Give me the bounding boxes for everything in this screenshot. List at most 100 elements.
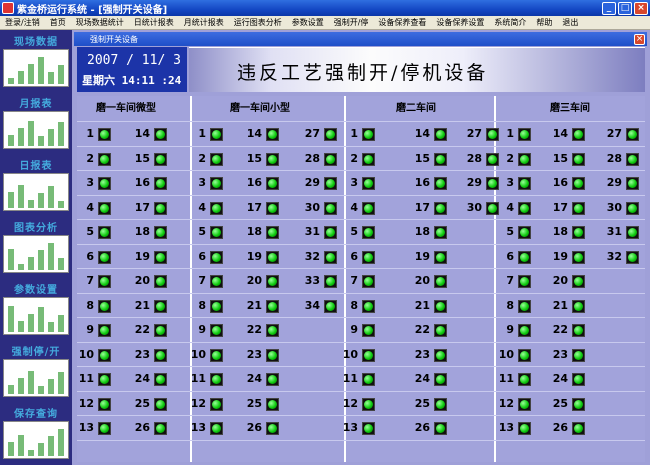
device-status-led[interactable] xyxy=(154,324,167,337)
device-status-led[interactable] xyxy=(266,397,279,411)
device-status-led[interactable] xyxy=(266,275,279,288)
device-status-led[interactable] xyxy=(266,152,279,166)
device-status-led[interactable] xyxy=(98,177,111,190)
device-status-led[interactable] xyxy=(362,373,375,386)
menu-item-3[interactable]: 日统计报表 xyxy=(129,17,179,28)
device-status-led[interactable] xyxy=(434,177,447,190)
device-status-led[interactable] xyxy=(434,275,447,288)
device-status-led[interactable] xyxy=(434,250,447,264)
device-status-led[interactable] xyxy=(362,226,375,239)
device-status-led[interactable] xyxy=(154,299,167,313)
device-status-led[interactable] xyxy=(266,201,279,215)
device-status-led[interactable] xyxy=(98,397,111,411)
device-status-led[interactable] xyxy=(434,152,447,166)
device-status-led[interactable] xyxy=(362,348,375,362)
device-status-led[interactable] xyxy=(518,299,531,313)
device-status-led[interactable] xyxy=(210,250,223,264)
device-status-led[interactable] xyxy=(324,201,337,215)
device-status-led[interactable] xyxy=(362,397,375,411)
menu-item-0[interactable]: 登录/注销 xyxy=(0,17,45,28)
device-status-led[interactable] xyxy=(518,201,531,215)
device-status-led[interactable] xyxy=(518,177,531,190)
device-status-led[interactable] xyxy=(434,373,447,386)
device-status-led[interactable] xyxy=(324,250,337,264)
menu-item-12[interactable]: 退出 xyxy=(557,17,583,28)
device-status-led[interactable] xyxy=(324,128,337,141)
device-status-led[interactable] xyxy=(362,201,375,215)
menu-item-10[interactable]: 系统简介 xyxy=(489,17,531,28)
device-status-led[interactable] xyxy=(266,177,279,190)
device-status-led[interactable] xyxy=(362,324,375,337)
sidebar-item-1[interactable]: 月报表 xyxy=(3,98,69,149)
panel-close-button[interactable]: × xyxy=(634,33,645,45)
device-status-led[interactable] xyxy=(626,201,639,215)
device-status-led[interactable] xyxy=(518,226,531,239)
device-status-led[interactable] xyxy=(98,324,111,337)
device-status-led[interactable] xyxy=(362,177,375,190)
device-status-led[interactable] xyxy=(98,250,111,264)
device-status-led[interactable] xyxy=(362,299,375,313)
menu-item-6[interactable]: 参数设置 xyxy=(287,17,329,28)
device-status-led[interactable] xyxy=(210,226,223,239)
device-status-led[interactable] xyxy=(626,152,639,166)
device-status-led[interactable] xyxy=(210,275,223,288)
device-status-led[interactable] xyxy=(518,152,531,166)
device-status-led[interactable] xyxy=(572,201,585,215)
device-status-led[interactable] xyxy=(518,128,531,141)
device-status-led[interactable] xyxy=(266,299,279,313)
device-status-led[interactable] xyxy=(98,128,111,141)
sidebar-item-2[interactable]: 日报表 xyxy=(3,160,69,211)
device-status-led[interactable] xyxy=(572,177,585,190)
device-status-led[interactable] xyxy=(98,275,111,288)
device-status-led[interactable] xyxy=(210,373,223,386)
maximize-button[interactable]: □ xyxy=(618,1,632,15)
device-status-led[interactable] xyxy=(434,201,447,215)
device-status-led[interactable] xyxy=(324,152,337,166)
device-status-led[interactable] xyxy=(98,299,111,313)
sidebar-item-4[interactable]: 参数设置 xyxy=(3,284,69,335)
device-status-led[interactable] xyxy=(572,226,585,239)
device-status-led[interactable] xyxy=(572,299,585,313)
device-status-led[interactable] xyxy=(210,422,223,435)
device-status-led[interactable] xyxy=(154,201,167,215)
device-status-led[interactable] xyxy=(572,348,585,362)
menu-item-1[interactable]: 首页 xyxy=(45,17,71,28)
device-status-led[interactable] xyxy=(154,397,167,411)
device-status-led[interactable] xyxy=(518,397,531,411)
device-status-led[interactable] xyxy=(210,324,223,337)
device-status-led[interactable] xyxy=(518,324,531,337)
device-status-led[interactable] xyxy=(266,373,279,386)
device-status-led[interactable] xyxy=(154,422,167,435)
device-status-led[interactable] xyxy=(626,250,639,264)
device-status-led[interactable] xyxy=(434,397,447,411)
device-status-led[interactable] xyxy=(98,373,111,386)
device-status-led[interactable] xyxy=(154,250,167,264)
device-status-led[interactable] xyxy=(434,128,447,141)
sidebar-item-3[interactable]: 图表分析 xyxy=(3,222,69,273)
device-status-led[interactable] xyxy=(324,299,337,313)
device-status-led[interactable] xyxy=(434,226,447,239)
device-status-led[interactable] xyxy=(434,348,447,362)
device-status-led[interactable] xyxy=(266,128,279,141)
device-status-led[interactable] xyxy=(572,373,585,386)
device-status-led[interactable] xyxy=(362,152,375,166)
device-status-led[interactable] xyxy=(324,226,337,239)
device-status-led[interactable] xyxy=(434,324,447,337)
device-status-led[interactable] xyxy=(572,397,585,411)
device-status-led[interactable] xyxy=(210,177,223,190)
device-status-led[interactable] xyxy=(266,226,279,239)
device-status-led[interactable] xyxy=(626,177,639,190)
sidebar-item-6[interactable]: 保存查询 xyxy=(3,408,69,459)
device-status-led[interactable] xyxy=(154,275,167,288)
device-status-led[interactable] xyxy=(518,373,531,386)
device-status-led[interactable] xyxy=(518,348,531,362)
device-status-led[interactable] xyxy=(266,348,279,362)
device-status-led[interactable] xyxy=(266,422,279,435)
device-status-led[interactable] xyxy=(210,299,223,313)
device-status-led[interactable] xyxy=(324,275,337,288)
device-status-led[interactable] xyxy=(362,128,375,141)
device-status-led[interactable] xyxy=(98,152,111,166)
menu-item-4[interactable]: 月统计报表 xyxy=(179,17,229,28)
device-status-led[interactable] xyxy=(518,275,531,288)
device-status-led[interactable] xyxy=(572,422,585,435)
